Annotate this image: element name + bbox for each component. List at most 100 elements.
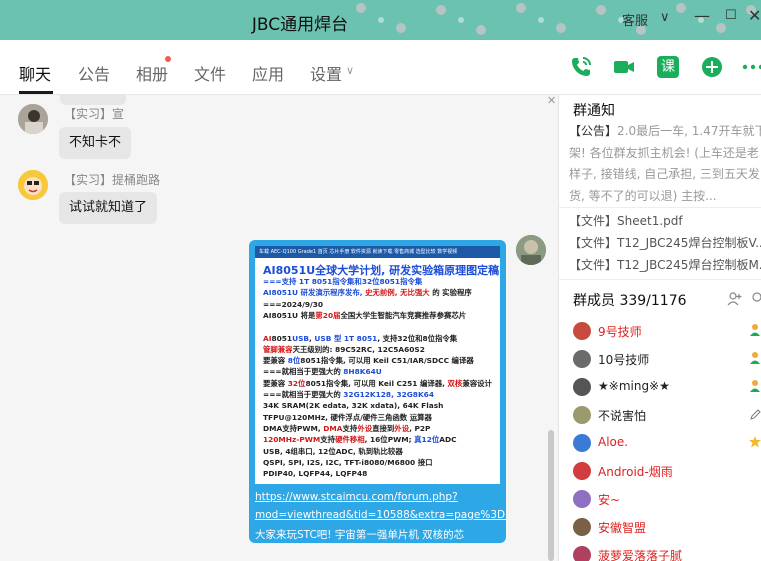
member-name: 菠萝爱落落子腻 [598,549,683,561]
message-link-line2[interactable]: mod=viewthread&tid=10588&extra=page%3D1 [255,509,506,521]
add-member-icon[interactable] [727,291,742,306]
image-text-segment: 真12位 [414,435,440,445]
message-link-line1[interactable]: https://www.stcaimcu.com/forum.php? [255,491,458,503]
member-item[interactable]: 不说害怕 [573,404,761,426]
tab-files[interactable]: 文件 [194,61,226,85]
tab-notice[interactable]: 公告 [78,61,110,85]
image-text-segment: ===2024/9/30 [263,299,323,309]
customer-service-label[interactable]: 客服 [622,10,648,29]
image-text-segment: 双核 [447,378,463,388]
shared-image[interactable]: 车载 AEC-Q100 Grade1 首页 芯片手册 软件资源 就读下载 零售商… [255,246,500,484]
image-text-segment: AI8051U 将是 [263,310,316,320]
user-photo-icon [18,104,48,134]
window-title: JBC通用焊台 [251,15,349,35]
image-text-segment: USB, 4组串口, 12位ADC, 轨到轨比较器 [263,446,403,456]
member-item[interactable]: Aloe. [573,432,761,454]
image-text-line: ===支持 1T 8051指令集和32位8051指令集 [263,277,422,287]
chevron-down-icon[interactable]: ∨ [660,10,670,25]
close-icon[interactable]: ✕ [547,94,556,107]
image-text-segment: 全国大学生智能汽车竞赛推荐参赛芯片 [340,310,467,320]
member-item[interactable]: 安徽智盟 [573,516,761,538]
image-text-segment: 8051指令集, 可以用 Keil C51/IAR/SDCC 编译器 [300,356,474,366]
chat-scrollbar[interactable] [548,430,554,561]
member-avatar [573,378,591,396]
member-avatar [573,406,591,424]
tab-bar: 聊天 公告 相册 文件 应用 设置 ∨ [0,41,761,95]
image-text-line: TFPU@120MHz, 硬件浮点/硬件三角函数 运算器 [263,413,432,423]
message-bubble[interactable]: 不知卡不 [59,127,132,159]
divider [559,279,761,280]
image-heading: AI8051U全球大学计划, 研发实验箱原理图定稿 [263,264,500,277]
image-text-segment: 外设 [394,423,410,433]
message-bubble[interactable]: 试试就知道了 [59,192,158,224]
image-text-line: ===2024/9/30 [263,300,323,310]
image-text-line: 34K SRAM(2K edata, 32K xdata), 64K Flash [263,401,443,411]
image-text-segment: , 支持32位和8位指令集 [377,333,458,343]
image-text-line: ===就相当于更强大的 8H8K64U [263,367,382,377]
image-text-line: USB, 4组串口, 12位ADC, 轨到轨比较器 [263,447,403,457]
tab-chat[interactable]: 聊天 [19,61,51,85]
image-text-segment: 8H8K64U [343,367,382,377]
group-announcement[interactable]: 【公告】2.0最后一车, 1.47开车就下架! 各位群友抓主机会! (上车还是老… [569,121,761,207]
member-item[interactable]: 安~ [573,488,761,510]
avatar[interactable] [18,104,48,134]
add-app-icon[interactable] [700,55,724,79]
tab-album[interactable]: 相册 [136,61,168,85]
member-avatar [573,518,591,536]
image-text-segment: 支持 [342,423,358,433]
members-section-title: 群成员 339/1176 [573,293,687,309]
image-text-line: 管脚兼容天王级别的: 89C52RC, 12C5A60S2 [263,345,425,355]
member-name: 安徽智盟 [598,521,647,535]
image-text-segment: TFPU@120MHz, 硬件浮点/硬件三角函数 运算器 [263,412,432,422]
image-text-line: AI8051U 研发演示程序发布, 史无前例, 无比强大 的 实验程序 [263,288,472,298]
image-text-line: AI8051U 将是第20届全国大学生智能汽车竞赛推荐参赛芯片 [263,311,466,321]
video-call-icon[interactable] [612,55,636,79]
image-text-segment: 天王级别的: 89C52RC, 12C5A60S2 [292,344,425,354]
image-text-segment: 史无前例, 无比强大 [365,288,430,298]
member-item[interactable]: 9号技师 [573,320,761,342]
image-text-segment: ===支持 1T 8051指令集和32位8051指令集 [263,277,423,286]
image-text-line: 要兼容 32位8051指令集, 可以用 Keil C251 编译器, 双核兼容设… [263,379,492,389]
image-text-segment: 要兼容 [263,356,288,366]
member-item[interactable]: 10号技师 [573,348,761,370]
image-text-segment: 支持 [320,435,336,445]
image-text-segment: 管脚兼容 [263,344,293,354]
image-link-message[interactable]: 车载 AEC-Q100 Grade1 首页 芯片手册 软件资源 就读下载 零售商… [249,240,506,543]
member-item[interactable]: 菠萝爱落落子腻 [573,544,761,561]
image-text-line: 120MHz-PWM支持硬件移相, 16位PWM; 真12位ADC [263,435,457,445]
settings-chevron-down-icon[interactable]: ∨ [346,64,354,77]
image-text-segment: 第20届 [315,310,341,320]
file-item[interactable]: 【文件】T12_JBC245焊台控制板M... [569,256,761,273]
close-button[interactable]: ✕ [748,6,761,25]
active-tab-underline [19,91,53,94]
avatar[interactable] [516,235,546,265]
image-text-segment: 34K SRAM(2K edata, 32K xdata), 64K Flash [263,401,444,411]
cartoon-face-icon [18,170,48,200]
image-text-line: 要兼容 8位8051指令集, 可以用 Keil C51/IAR/SDCC 编译器 [263,356,474,366]
member-avatar [573,462,591,480]
user-photo-icon [516,235,546,265]
course-button[interactable]: 课 [657,56,679,78]
maximize-button[interactable]: ☐ [725,8,737,23]
voice-call-icon[interactable] [569,55,593,79]
search-member-icon[interactable] [749,291,761,306]
edit-pencil-icon [750,409,761,420]
image-text-segment: , P2P [409,423,431,433]
image-text-line: PDIP40, LQFP44, LQFP48 [263,469,367,479]
file-item[interactable]: 【文件】Sheet1.pdf [569,212,683,229]
message-sender-name: 【实习】宣 [64,107,125,121]
tab-apps[interactable]: 应用 [252,61,284,85]
more-options-icon[interactable] [741,55,761,79]
member-avatar [573,350,591,368]
image-text-segment: DMA [323,423,343,433]
image-text-segment: PDIP40, LQFP44, LQFP48 [263,469,368,479]
avatar[interactable] [18,170,48,200]
image-text-segment: USB 型 1T 8051 [314,333,378,343]
member-item[interactable]: Android-烟雨 [573,460,761,482]
message-caption: 大家来玩STC吧! 宇宙第一强单片机 双核的芯 [255,529,465,541]
image-text-segment: 32G12K128, 32G8K64 [343,390,434,399]
tab-settings[interactable]: 设置 [310,61,342,85]
file-item[interactable]: 【文件】T12_JBC245焊台控制板V... [569,234,761,251]
member-item[interactable]: ★※ming※★ [573,376,761,398]
minimize-button[interactable]: — [694,6,710,25]
